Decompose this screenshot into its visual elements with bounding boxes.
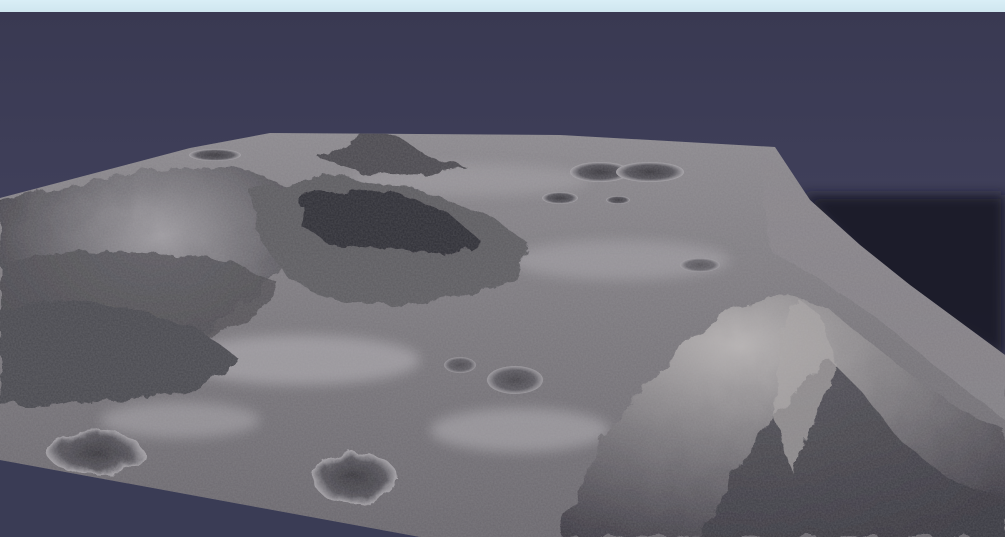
viewport [0, 0, 1005, 537]
terrain-scene [0, 12, 1005, 537]
window-top-bar [0, 0, 1005, 12]
